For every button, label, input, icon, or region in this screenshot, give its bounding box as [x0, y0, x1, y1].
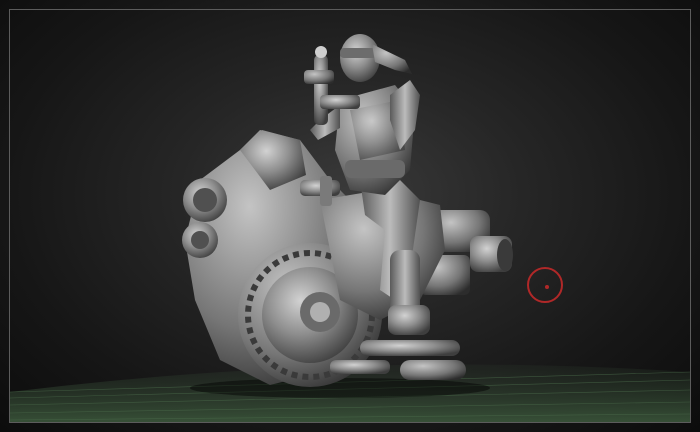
- 3d-viewport[interactable]: [0, 0, 700, 432]
- sculpt-model[interactable]: [0, 0, 700, 432]
- model-shadow: [190, 378, 490, 398]
- brush-circle-icon[interactable]: [527, 267, 563, 303]
- rider-head: [340, 34, 412, 82]
- brush-center-dot: [545, 285, 549, 289]
